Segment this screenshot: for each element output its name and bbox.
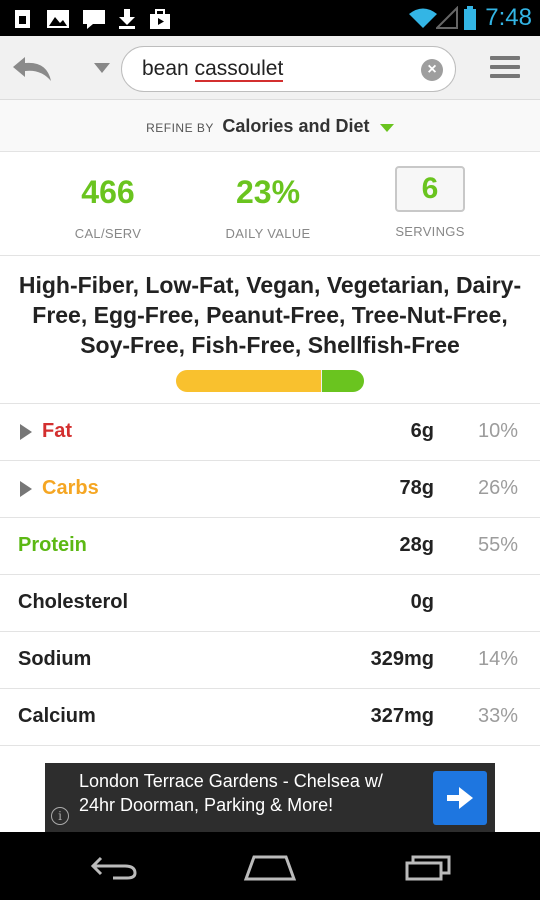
app-content: bean cassoulet × REFINE BY Calories and … <box>0 36 540 832</box>
nutrient-amount: 329mg <box>370 648 434 670</box>
servings-input[interactable]: 6 <box>395 166 465 212</box>
nutrient-row-calcium: Calcium 327mg 33% <box>0 689 540 746</box>
nutrient-percent: 26% <box>477 477 518 499</box>
search-input[interactable]: bean cassoulet × <box>121 46 456 92</box>
refine-by-selector[interactable]: REFINE BY Calories and Diet <box>0 100 540 152</box>
undo-arrow-icon <box>13 57 51 81</box>
nutrient-list: Fat 6g 10% Carbs 78g 26% Protein 28g 55%… <box>0 404 540 746</box>
nutrient-label: Protein <box>18 534 87 556</box>
nutrient-amount: 78g <box>399 477 434 499</box>
nutrient-label: Fat <box>42 420 72 442</box>
servings: 6 SERVINGS <box>360 166 500 239</box>
diet-bar-yellow <box>176 370 321 392</box>
nutrient-label: Calcium <box>18 705 96 727</box>
system-nav-bar <box>0 832 540 900</box>
nutrient-percent: 55% <box>477 534 518 556</box>
daily-value: 23% DAILY VALUE <box>225 174 311 241</box>
nutrient-label: Cholesterol <box>18 591 129 613</box>
refine-prefix: REFINE BY <box>146 121 214 135</box>
wifi-icon <box>408 6 438 35</box>
toolbar: bean cassoulet × <box>0 36 540 100</box>
nutrient-row-sodium: Sodium 329mg 14% <box>0 632 540 689</box>
arrow-right-icon <box>447 787 473 809</box>
nutrient-row-fat[interactable]: Fat 6g 10% <box>0 404 540 461</box>
diet-score-bar <box>176 370 364 392</box>
home-icon <box>243 855 297 881</box>
refine-value: Calories and Diet <box>222 116 370 136</box>
nutrient-percent: 14% <box>477 648 518 670</box>
nutrient-percent: 33% <box>477 705 518 727</box>
hamburger-line <box>490 56 520 60</box>
menu-button[interactable] <box>490 56 520 82</box>
battery-icon <box>462 5 478 36</box>
ad-banner[interactable]: London Terrace Gardens - Chelsea w/ 24hr… <box>45 763 495 832</box>
nav-recents-button[interactable] <box>398 852 458 882</box>
nav-home-button[interactable] <box>240 852 300 882</box>
clock: 7:48 <box>485 4 532 31</box>
nutrient-row-cholesterol: Cholesterol 0g <box>0 575 540 632</box>
nutrient-label: Carbs <box>42 477 99 499</box>
nutrient-percent: 10% <box>477 420 518 442</box>
nutrient-row-carbs[interactable]: Carbs 78g 26% <box>0 461 540 518</box>
chevron-down-icon <box>94 63 110 73</box>
clear-search-icon[interactable]: × <box>421 59 443 81</box>
nutrient-row-protein: Protein 28g 55% <box>0 518 540 575</box>
recents-icon <box>405 855 451 881</box>
search-history-dropdown[interactable] <box>90 56 114 80</box>
nutrient-amount: 327mg <box>370 705 434 727</box>
diet-bar-green <box>322 370 364 392</box>
image-icon <box>46 8 70 35</box>
hamburger-line <box>490 65 520 69</box>
calories-per-serving: 466 CAL/SERV <box>74 174 142 241</box>
nutrient-amount: 6g <box>410 420 434 442</box>
sim-icon <box>12 8 34 35</box>
download-icon <box>116 8 138 35</box>
status-bar: 7:48 <box>0 0 540 36</box>
ad-info-icon[interactable]: i <box>51 807 69 825</box>
chat-icon <box>82 8 106 35</box>
dropdown-triangle-icon <box>379 123 394 132</box>
diet-section: High-Fiber, Low-Fat, Vegan, Vegetarian, … <box>0 256 540 404</box>
diet-labels: High-Fiber, Low-Fat, Vegan, Vegetarian, … <box>18 272 522 358</box>
signal-icon <box>434 5 458 35</box>
hamburger-line <box>490 74 520 78</box>
ad-go-button[interactable] <box>433 771 487 825</box>
nutrient-label: Sodium <box>18 648 92 670</box>
search-query: bean cassoulet <box>142 57 284 82</box>
shopping-bag-icon <box>148 8 172 35</box>
back-button[interactable] <box>8 48 58 88</box>
nutrition-summary: 466 CAL/SERV 23% DAILY VALUE 6 SERVINGS <box>0 152 540 256</box>
nutrient-amount: 0g <box>410 591 434 613</box>
expand-triangle-icon <box>20 424 32 440</box>
ad-text: London Terrace Gardens - Chelsea w/ 24hr… <box>79 771 383 815</box>
back-icon <box>90 856 137 880</box>
expand-triangle-icon <box>20 481 32 497</box>
nav-back-button[interactable] <box>84 852 144 882</box>
nutrient-amount: 28g <box>399 534 434 556</box>
